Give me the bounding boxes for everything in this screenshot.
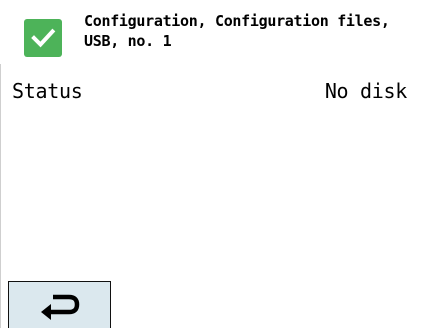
page-title-line1: Configuration, Configuration files,: [84, 12, 390, 30]
page-title-line2: USB, no. 1: [84, 32, 172, 50]
back-button[interactable]: [8, 281, 111, 328]
return-arrow-icon: [40, 294, 79, 320]
page-title: Configuration, Configuration files, USB,…: [84, 11, 414, 51]
header: Configuration, Configuration files, USB,…: [0, 0, 435, 64]
status-value: No disk: [324, 79, 407, 103]
checkmark-glyph: [31, 28, 56, 48]
status-row: Status No disk: [0, 80, 435, 106]
checkmark-icon: [24, 19, 62, 57]
status-label: Status: [12, 79, 83, 103]
